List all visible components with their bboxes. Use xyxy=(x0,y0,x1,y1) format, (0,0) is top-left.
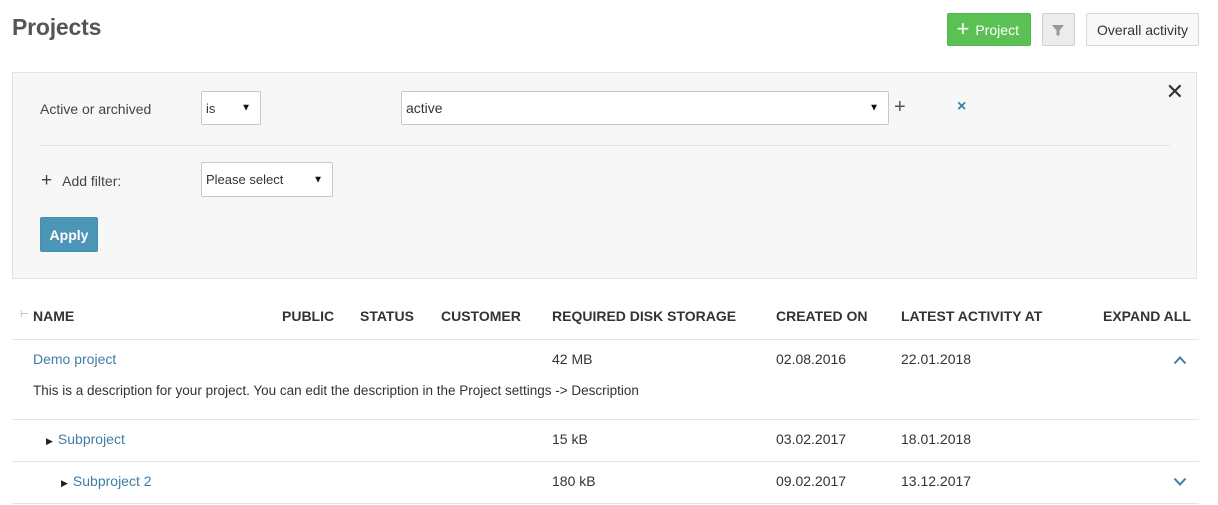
hierarchy-icon[interactable]: ⊢ xyxy=(20,309,29,320)
project-description: This is a description for your project. … xyxy=(33,383,639,398)
overall-activity-button[interactable]: Overall activity xyxy=(1085,13,1199,46)
project-name-link[interactable]: Demo project xyxy=(33,351,116,367)
chevron-up-icon[interactable] xyxy=(1173,355,1187,365)
close-filter-panel-icon[interactable]: ✕ xyxy=(1166,81,1184,103)
column-header-name[interactable]: NAME xyxy=(33,308,74,324)
disk-storage: 42 MB xyxy=(552,351,593,367)
subproject-row-label: ▶ Subproject 2 xyxy=(61,473,152,489)
caret-right-icon[interactable]: ▶ xyxy=(46,436,53,446)
add-filter-text: Add filter: xyxy=(62,172,122,189)
created-on: 02.08.2016 xyxy=(776,351,847,367)
projects-table: ⊢ NAME PUBLIC STATUS CUSTOMER REQUIRED D… xyxy=(12,295,1199,504)
divider xyxy=(40,145,1170,146)
chevron-down-icon[interactable] xyxy=(1173,477,1187,487)
expand-all-button[interactable]: EXPAND ALL xyxy=(1103,308,1191,324)
add-project-button[interactable]: + Project xyxy=(946,13,1031,46)
disk-storage: 180 kB xyxy=(552,473,596,489)
table-row: ▶ Subproject 15 kB 03.02.2017 18.01.2018 xyxy=(12,420,1199,462)
add-project-label: Project xyxy=(975,21,1019,38)
page-title: Projects xyxy=(12,14,102,40)
plus-icon: + xyxy=(41,170,53,191)
table-row: ▶ Subproject 2 180 kB 09.02.2017 13.12.20… xyxy=(12,462,1199,504)
toolbar: + Project Overall activity xyxy=(946,13,1199,46)
add-filter-label: + Add filter: xyxy=(41,171,121,190)
add-filter-select[interactable]: Please select ▼ xyxy=(201,162,333,197)
filter-icon xyxy=(1052,24,1065,35)
add-value-icon[interactable]: + xyxy=(894,97,906,117)
remove-filter-icon[interactable]: × xyxy=(957,99,966,115)
subproject-row-label: ▶ Subproject xyxy=(46,431,125,447)
latest-activity: 22.01.2018 xyxy=(901,351,972,367)
column-header-public[interactable]: PUBLIC xyxy=(282,308,334,324)
created-on: 03.02.2017 xyxy=(776,431,847,447)
plus-icon: + xyxy=(956,15,970,41)
table-header: ⊢ NAME PUBLIC STATUS CUSTOMER REQUIRED D… xyxy=(12,295,1199,340)
dropdown-arrow-icon: ▼ xyxy=(241,102,251,114)
filter-operator-select[interactable]: is ▼ xyxy=(201,91,261,125)
dropdown-arrow-icon: ▼ xyxy=(313,174,323,185)
filter-panel: Active or archived is ▼ active ▼ + × ✕ +… xyxy=(12,72,1197,279)
table-row: Demo project 42 MB 02.08.2016 22.01.2018… xyxy=(12,340,1199,420)
latest-activity: 18.01.2018 xyxy=(901,431,972,447)
add-filter-select-value: Please select xyxy=(206,172,284,187)
column-header-customer[interactable]: CUSTOMER xyxy=(441,308,521,324)
filter-value: active xyxy=(406,100,443,116)
caret-right-icon[interactable]: ▶ xyxy=(61,478,68,488)
dropdown-arrow-icon: ▼ xyxy=(869,102,879,114)
project-name-link[interactable]: Subproject 2 xyxy=(73,473,152,489)
filter-value-select[interactable]: active ▼ xyxy=(401,91,889,125)
disk-storage: 15 kB xyxy=(552,431,588,447)
column-header-status[interactable]: STATUS xyxy=(360,308,414,324)
toggle-filter-button[interactable] xyxy=(1041,13,1075,46)
column-header-created-on[interactable]: CREATED ON xyxy=(776,308,868,324)
apply-button[interactable]: Apply xyxy=(40,217,98,252)
filter-label-active-or-archived: Active or archived xyxy=(40,101,152,117)
project-name-link[interactable]: Subproject xyxy=(58,431,125,447)
column-header-latest-activity[interactable]: LATEST ACTIVITY AT xyxy=(901,308,1042,324)
filter-operator-value: is xyxy=(206,100,216,116)
created-on: 09.02.2017 xyxy=(776,473,847,489)
column-header-disk-storage[interactable]: REQUIRED DISK STORAGE xyxy=(552,308,736,324)
latest-activity: 13.12.2017 xyxy=(901,473,972,489)
